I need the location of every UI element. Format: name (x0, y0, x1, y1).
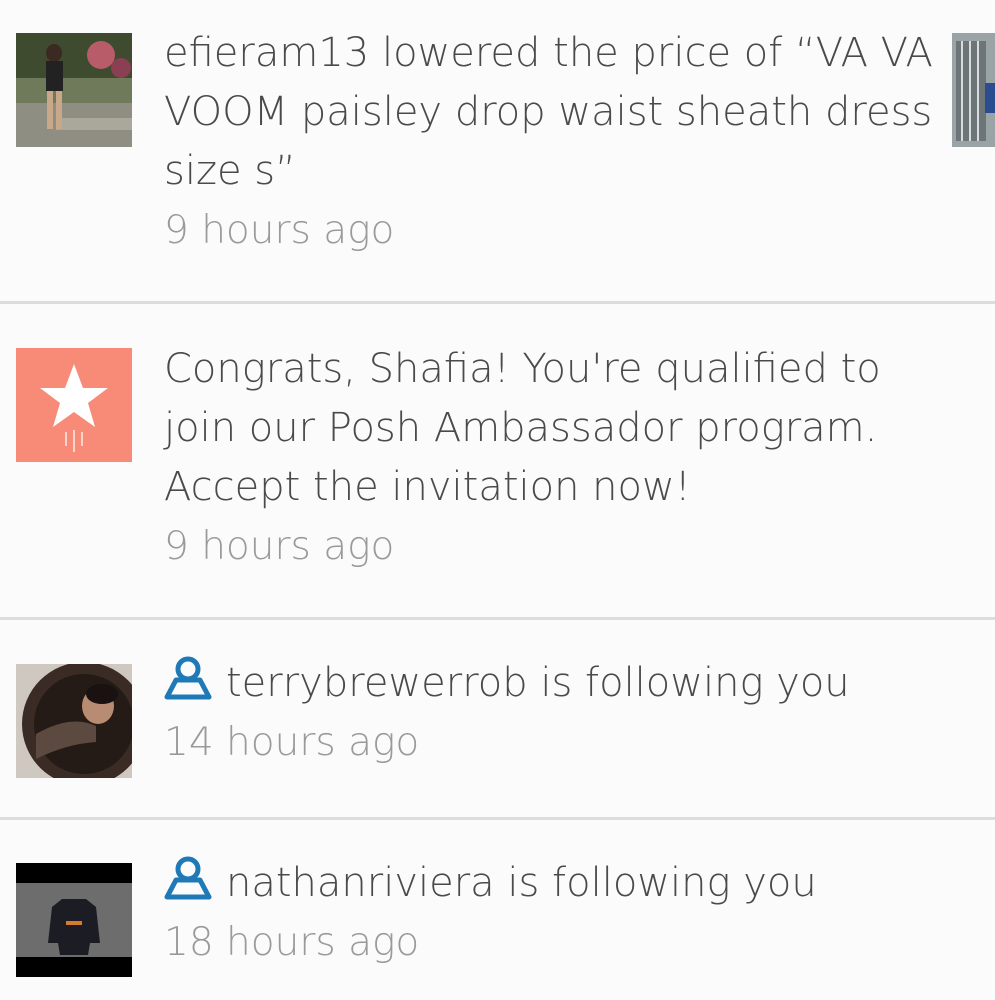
notification-item-ambassador[interactable]: Congrats, Shafia! You're qualified to jo… (0, 304, 995, 620)
follow-action-text: is following you (494, 860, 817, 906)
follow-line: terrybrewerrob is following you (164, 656, 850, 706)
notification-message: Congrats, Shafia! You're qualified to jo… (164, 346, 881, 510)
follow-person-icon (164, 656, 212, 700)
notification-item-price-drop[interactable]: efieram13 lowered the price of “VA VA VO… (0, 0, 995, 304)
user-photo-outdoor-icon (16, 33, 132, 147)
user-avatar-terrybrewerrob[interactable] (16, 664, 132, 778)
follower-username[interactable]: nathanriviera (226, 860, 495, 906)
user-photo-mirror-icon (16, 664, 132, 778)
notification-text-block: efieram13 lowered the price of “VA VA VO… (164, 24, 935, 260)
notification-item-follow-terrybrewerrob[interactable]: terrybrewerrob is following you 14 hours… (0, 620, 995, 820)
notification-feed: efieram13 lowered the price of “VA VA VO… (0, 0, 995, 1000)
notification-message: efieram13 lowered the price of “VA VA VO… (164, 30, 933, 194)
notification-time: 18 hours ago (164, 920, 420, 965)
user-avatar-efieram13[interactable] (16, 33, 132, 147)
follow-line: nathanriviera is following you (164, 856, 817, 906)
user-avatar-nathanriviera[interactable] (16, 863, 132, 977)
notification-time: 14 hours ago (164, 720, 420, 765)
notification-time: 9 hours ago (164, 208, 395, 253)
star-icon (16, 348, 132, 462)
user-photo-sweatshirt-icon (16, 863, 132, 977)
notification-time: 9 hours ago (164, 524, 395, 569)
notification-item-follow-nathanriviera[interactable]: nathanriviera is following you 18 hours … (0, 820, 995, 1000)
follower-username[interactable]: terrybrewerrob (226, 660, 528, 706)
ambassador-badge (16, 348, 132, 462)
notification-text-block: nathanriviera is following you 18 hours … (164, 854, 935, 972)
listing-photo-icon (952, 33, 995, 147)
follow-action-text: is following you (527, 660, 850, 706)
listing-thumbnail[interactable] (952, 33, 995, 147)
follow-person-icon (164, 856, 212, 900)
notification-text-block: Congrats, Shafia! You're qualified to jo… (164, 340, 935, 576)
notification-text-block: terrybrewerrob is following you 14 hours… (164, 654, 935, 772)
